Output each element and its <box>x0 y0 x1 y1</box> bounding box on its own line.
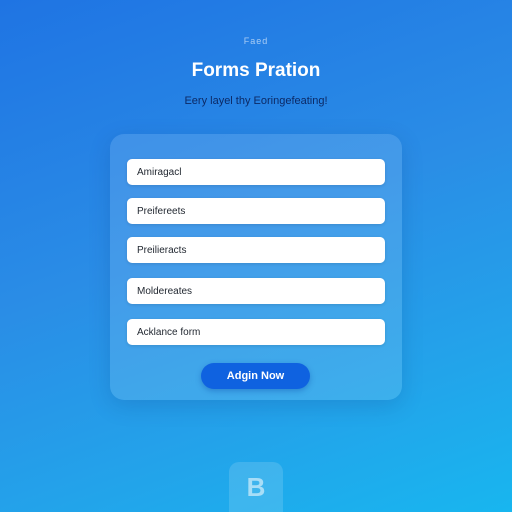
submit-button[interactable]: Adgin Now <box>201 363 310 389</box>
page-title: Forms Pration <box>191 60 321 81</box>
logo-mark: B <box>246 471 266 502</box>
form-card: Amiragacl Preifereets Preilieracts Molde… <box>110 134 402 400</box>
page-subtitle: Eery layel thy Eoringefeating! <box>184 95 328 107</box>
eyebrow-label: Faed <box>243 36 269 46</box>
form-field-1[interactable]: Amiragacl <box>127 159 385 185</box>
form-field-5[interactable]: Acklance form <box>127 319 385 345</box>
logo: B <box>229 462 283 512</box>
form-field-4[interactable]: Moldereates <box>127 278 385 304</box>
form-field-2[interactable]: Preifereets <box>127 198 385 224</box>
form-field-3[interactable]: Preilieracts <box>127 237 385 263</box>
